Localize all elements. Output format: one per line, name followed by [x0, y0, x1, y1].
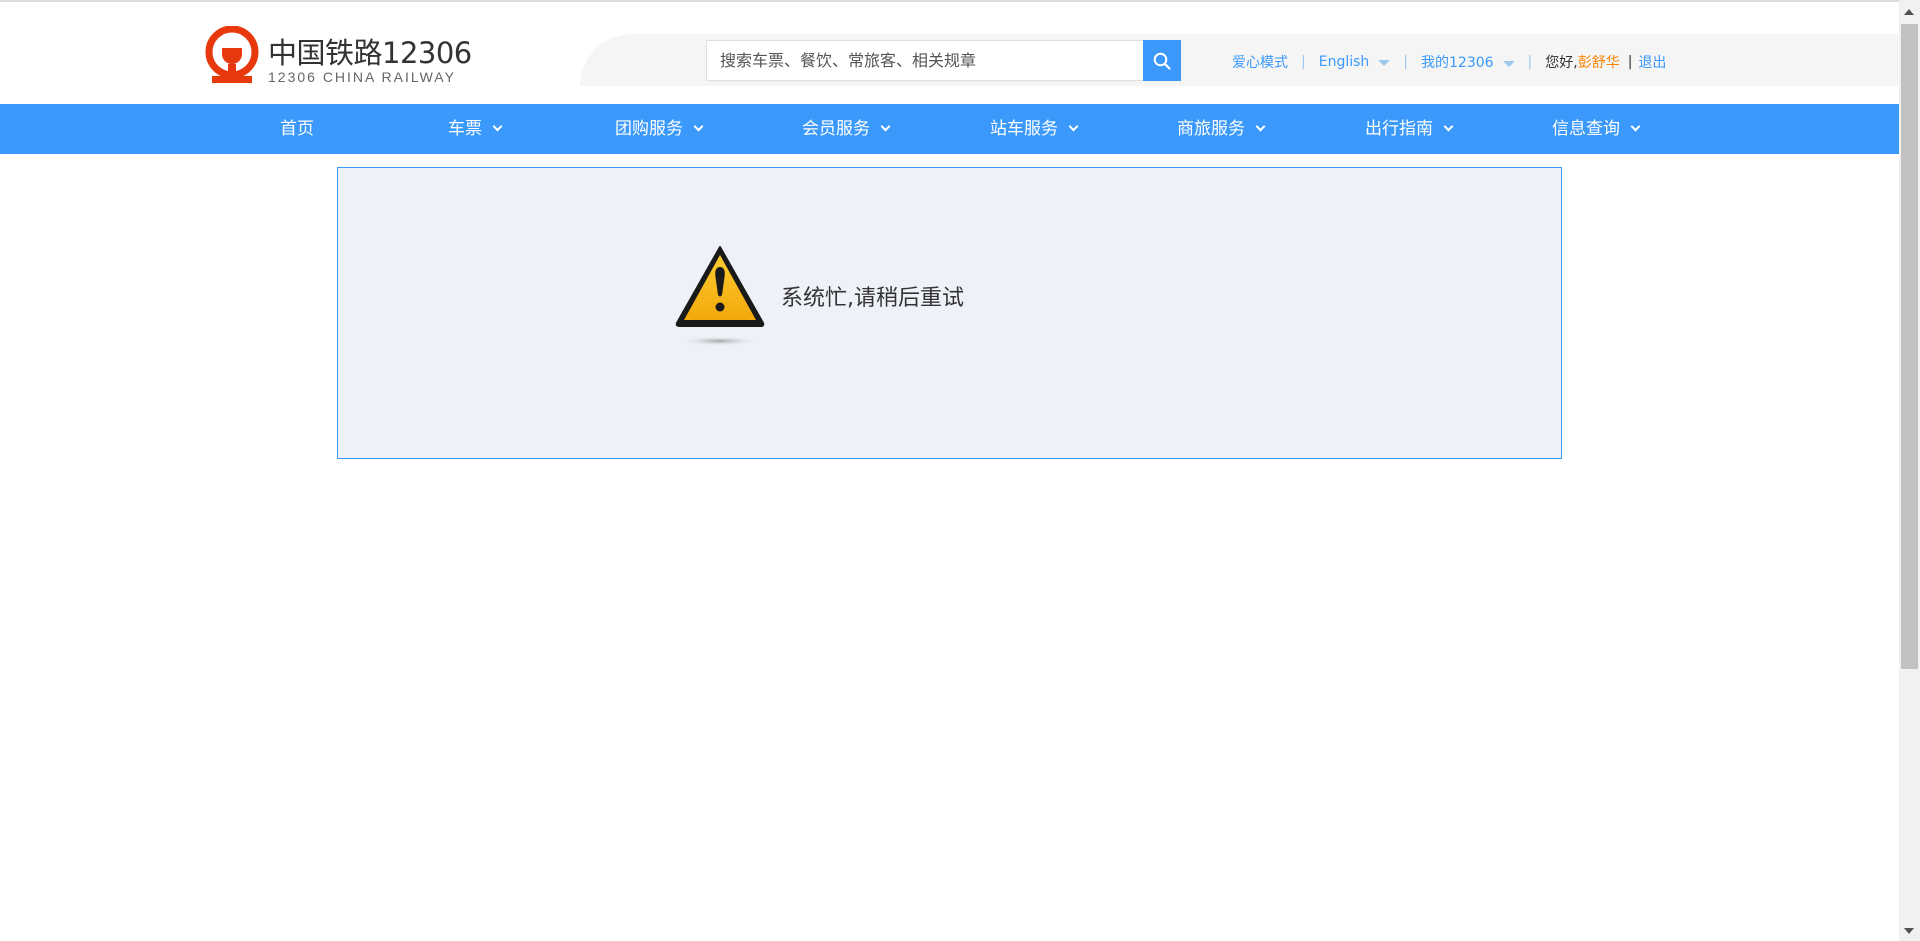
nav-item-label: 商旅服务: [1177, 119, 1245, 139]
page-scrollbar[interactable]: [1899, 0, 1920, 941]
site-logo[interactable]: 中国铁路12306 12306 CHINA RAILWAY: [204, 26, 472, 90]
my-account-label: 我的12306: [1421, 55, 1494, 71]
nav-item-tickets[interactable]: 车票: [448, 104, 503, 154]
scroll-thumb[interactable]: [1901, 24, 1918, 669]
nav-item-business-travel[interactable]: 商旅服务: [1177, 104, 1266, 154]
nav-item-label: 出行指南: [1365, 119, 1433, 139]
warning-icon: [675, 246, 765, 346]
nav-item-label: 车票: [448, 119, 482, 139]
chevron-down-icon: [1630, 121, 1641, 132]
scroll-up-arrow-icon[interactable]: [1904, 9, 1914, 15]
link-divider: |: [1527, 54, 1533, 70]
top-links: 爱心模式 | English | 我的12306 | 您好, 彭舒华 | 退出: [1232, 52, 1666, 72]
nav-item-group-purchase[interactable]: 团购服务: [615, 104, 704, 154]
scroll-down-arrow-icon[interactable]: [1904, 928, 1914, 934]
nav-item-station-services[interactable]: 站车服务: [990, 104, 1079, 154]
chevron-down-icon: [1255, 121, 1266, 132]
care-mode-link[interactable]: 爱心模式: [1232, 52, 1288, 72]
nav-item-label: 站车服务: [990, 119, 1058, 139]
my-account-menu[interactable]: 我的12306: [1421, 52, 1515, 72]
nav-item-member-services[interactable]: 会员服务: [802, 104, 891, 154]
chevron-down-icon: [1068, 121, 1079, 132]
logo-subtitle: 12306 CHINA RAILWAY: [268, 69, 456, 85]
caret-down-icon: [1502, 61, 1515, 67]
link-divider: |: [1301, 54, 1306, 70]
caret-down-icon: [1378, 60, 1391, 66]
language-label: English: [1318, 54, 1370, 70]
logout-divider: |: [1627, 54, 1633, 70]
logo-title: 中国铁路12306: [268, 36, 472, 70]
railway-logo-icon: [205, 26, 259, 83]
error-panel: 系统忙,请稍后重试: [337, 167, 1562, 459]
chevron-down-icon: [693, 121, 704, 132]
nav-item-label: 团购服务: [615, 119, 683, 139]
nav-item-info-query[interactable]: 信息查询: [1552, 104, 1641, 154]
chevron-down-icon: [880, 121, 891, 132]
main-nav: 首页 车票 团购服务 会员服务 站车服务 商旅服务 出行指南 信息查询: [0, 104, 1899, 154]
logout-link[interactable]: 退出: [1638, 52, 1666, 72]
search-icon: [1153, 52, 1171, 70]
greeting-text: 您好,: [1545, 55, 1578, 71]
nav-item-travel-guide[interactable]: 出行指南: [1365, 104, 1454, 154]
language-switch[interactable]: English: [1319, 54, 1391, 70]
nav-item-home[interactable]: 首页: [280, 104, 314, 154]
error-message: 系统忙,请稍后重试: [781, 286, 964, 311]
site-header: 中国铁路12306 12306 CHINA RAILWAY 爱心模式 | Eng…: [0, 4, 1899, 104]
chevron-down-icon: [492, 121, 503, 132]
nav-item-label: 首页: [280, 119, 314, 139]
username-link[interactable]: 彭舒华: [1578, 52, 1620, 72]
link-divider: |: [1403, 54, 1408, 70]
search-box: [706, 40, 1144, 81]
search-input[interactable]: [707, 41, 1143, 80]
nav-item-label: 会员服务: [802, 119, 870, 139]
chevron-down-icon: [1443, 121, 1454, 132]
nav-item-label: 信息查询: [1552, 119, 1620, 139]
search-button[interactable]: [1143, 40, 1181, 81]
